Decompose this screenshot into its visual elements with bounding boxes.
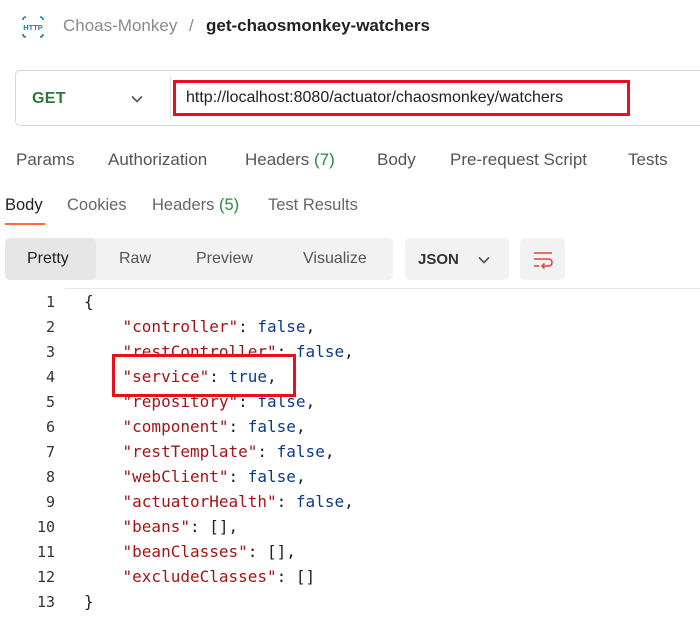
view-mode-visualize[interactable]: Visualize xyxy=(303,250,367,268)
response-tab-headers-label: Headers xyxy=(152,196,215,214)
line-number: 6 xyxy=(45,418,55,436)
line-number: 1 xyxy=(45,293,55,311)
json-entry: "controller": false, xyxy=(122,317,316,336)
method-select[interactable]: GET xyxy=(32,90,66,108)
json-entry: "restTemplate": false, xyxy=(122,442,335,461)
url-highlight-box xyxy=(173,80,630,116)
json-entry: "component": false, xyxy=(122,417,306,436)
tab-headers-count: (7) xyxy=(314,150,335,169)
format-select-label: JSON xyxy=(418,251,459,268)
chevron-down-icon[interactable] xyxy=(130,92,144,106)
response-tab-test-results[interactable]: Test Results xyxy=(268,196,358,215)
json-entry: "beans": [], xyxy=(122,517,239,536)
service-highlight-box xyxy=(112,354,296,397)
json-entry: "actuatorHealth": false, xyxy=(122,492,354,511)
json-entry: "beanClasses": [], xyxy=(122,542,296,561)
request-title[interactable]: get-chaosmonkey-watchers xyxy=(206,16,430,36)
json-close-brace: } xyxy=(84,592,94,611)
line-number: 7 xyxy=(45,443,55,461)
breadcrumb-collection[interactable]: Choas-Monkey xyxy=(63,16,177,36)
tab-authorization[interactable]: Authorization xyxy=(108,150,207,170)
response-tab-body[interactable]: Body xyxy=(5,196,43,215)
view-mode-preview[interactable]: Preview xyxy=(196,250,253,268)
wrap-lines-icon xyxy=(531,248,555,270)
tab-headers[interactable]: Headers (7) xyxy=(245,150,335,170)
line-number: 10 xyxy=(36,518,55,536)
json-open-brace: { xyxy=(84,292,94,311)
url-divider xyxy=(170,76,171,120)
tab-tests[interactable]: Tests xyxy=(628,150,668,170)
chevron-down-icon xyxy=(477,253,491,267)
active-tab-indicator xyxy=(5,223,45,225)
line-number: 5 xyxy=(45,393,55,411)
line-number: 13 xyxy=(36,593,55,611)
view-mode-raw[interactable]: Raw xyxy=(119,250,151,268)
response-tab-headers-count: (5) xyxy=(218,196,240,214)
tab-headers-label: Headers xyxy=(245,150,310,169)
response-tab-cookies[interactable]: Cookies xyxy=(67,196,127,215)
line-number: 4 xyxy=(45,368,55,386)
response-tab-headers[interactable]: Headers (5) xyxy=(152,196,239,215)
json-entry: "webClient": false, xyxy=(122,467,306,486)
line-number: 8 xyxy=(45,468,55,486)
line-number: 12 xyxy=(36,568,55,586)
breadcrumb-separator: / xyxy=(189,16,194,35)
view-mode-pretty[interactable]: Pretty xyxy=(27,250,69,268)
tab-body[interactable]: Body xyxy=(377,150,416,170)
line-number: 9 xyxy=(45,493,55,511)
tab-params[interactable]: Params xyxy=(16,150,75,170)
line-number: 2 xyxy=(45,318,55,336)
line-number: 3 xyxy=(45,343,55,361)
response-body-viewer[interactable]: 1 2 3 4 5 6 7 8 9 10 11 12 13 { "control… xyxy=(0,288,700,618)
line-number: 11 xyxy=(36,543,55,561)
svg-text:HTTP: HTTP xyxy=(23,23,43,32)
tab-pre-request-script[interactable]: Pre-request Script xyxy=(450,150,587,170)
http-icon: HTTP xyxy=(20,14,46,40)
json-entry: "excludeClasses": [] xyxy=(122,567,316,586)
